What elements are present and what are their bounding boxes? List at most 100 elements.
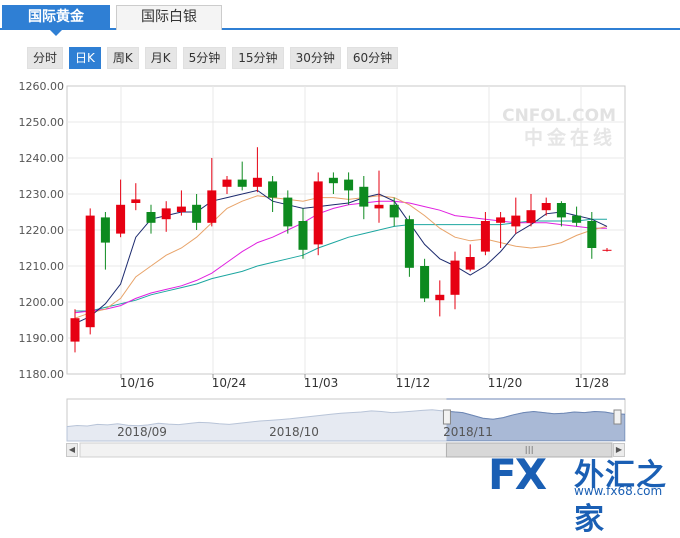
candle: [587, 212, 597, 259]
candlestick-chart[interactable]: CNFOL.COM 中金在线 1180.00 1190.00 1200.00 1210…: [0, 0, 680, 503]
candle: [526, 194, 536, 227]
period-selector: 分时 日K 周K 月K 5分钟 15分钟 30分钟 60分钟: [27, 47, 404, 69]
ma5-line: [74, 189, 608, 325]
candle: [146, 204, 156, 234]
logo-url-text: www.fx68.com: [574, 484, 663, 498]
y-tick-label: 1220.00: [19, 224, 65, 237]
candle: [252, 147, 262, 193]
watermark: CNFOL.COM 中金在线: [502, 106, 616, 149]
candle: [70, 309, 80, 353]
candle: [328, 172, 338, 194]
ma30-line: [75, 218, 607, 312]
candle-body: [526, 210, 536, 223]
candle: [359, 176, 369, 220]
y-tick-label: 1240.00: [19, 152, 65, 165]
candle: [404, 215, 414, 277]
ma20-line: [74, 200, 607, 314]
candle: [85, 208, 95, 335]
watermark-cn: 中金在线: [524, 126, 616, 149]
candle: [222, 176, 232, 194]
candle-body: [602, 249, 612, 251]
y-tick-label: 1250.00: [19, 116, 65, 129]
candle-body: [328, 177, 338, 184]
candle: [572, 206, 582, 227]
x-tick-label: 10/16: [120, 376, 155, 390]
candle-body: [207, 190, 217, 223]
candle: [176, 190, 186, 216]
candle: [268, 176, 278, 212]
navigator-frame: [66, 398, 626, 442]
candle-body: [511, 215, 521, 227]
tab-silver[interactable]: 国际白银: [116, 5, 222, 30]
candle-body: [237, 179, 247, 187]
candle-body: [420, 266, 430, 299]
active-tab-arrow: [50, 30, 62, 36]
y-tick-label: 1190.00: [19, 332, 65, 345]
grid-lines: [67, 86, 625, 374]
logo-fx-text: FX: [488, 450, 547, 499]
candle: [313, 172, 323, 256]
x-tick-label: 11/12: [396, 376, 431, 390]
ma10-line: [74, 195, 608, 319]
candle-body: [374, 204, 384, 209]
candle: [374, 170, 384, 223]
candle-body: [496, 217, 506, 223]
scroll-left-button[interactable]: ◀: [66, 443, 78, 457]
candles: [70, 147, 612, 353]
candle-body: [389, 204, 399, 218]
candle: [450, 251, 460, 310]
period-button-5min[interactable]: 5分钟: [182, 47, 227, 69]
candle-body: [100, 217, 110, 243]
candle-body: [541, 203, 551, 211]
y-tick-label: 1180.00: [19, 368, 65, 381]
candle-body: [404, 219, 414, 268]
candle-body: [283, 197, 293, 227]
candle-body: [70, 318, 80, 342]
candle: [116, 179, 126, 238]
candle: [435, 280, 445, 317]
navigator-area: [66, 409, 626, 442]
navigator-selected-area: [446, 410, 625, 441]
candle-body: [465, 257, 475, 270]
navigator-label: 2018/10: [269, 425, 319, 439]
candle: [602, 248, 612, 252]
x-tick-label: 10/24: [212, 376, 247, 390]
candle: [465, 244, 475, 272]
period-button-weekly[interactable]: 周K: [106, 47, 139, 69]
x-tick-label: 11/20: [488, 376, 523, 390]
y-tick-label: 1200.00: [19, 296, 65, 309]
period-button-daily[interactable]: 日K: [69, 47, 101, 69]
watermark-brand: CNFOL.COM: [502, 106, 616, 126]
candle-body: [572, 215, 582, 223]
period-button-15min[interactable]: 15分钟: [232, 47, 284, 69]
period-button-minute[interactable]: 分时: [27, 47, 64, 69]
candle-body: [131, 199, 141, 203]
candle-body: [222, 179, 232, 187]
candle-body: [252, 177, 262, 187]
candle: [207, 158, 217, 227]
candle: [556, 201, 566, 227]
navigator-handle[interactable]: [613, 409, 622, 425]
period-button-60min[interactable]: 60分钟: [346, 47, 399, 69]
candle-body: [268, 181, 278, 198]
y-tick-label: 1210.00: [19, 260, 65, 273]
candle: [237, 161, 247, 191]
fx68-logo: FX 外汇之家 www.fx68.com: [482, 448, 678, 537]
navigator-handle[interactable]: [442, 409, 451, 425]
candle-body: [176, 206, 186, 212]
candle-body: [587, 221, 597, 248]
candle-body: [359, 186, 369, 207]
candle-body: [146, 212, 156, 223]
tab-gold[interactable]: 国际黄金: [2, 5, 110, 30]
candle: [298, 208, 308, 259]
period-button-monthly[interactable]: 月K: [144, 47, 177, 69]
x-tick-label: 11/03: [304, 376, 339, 390]
candle: [420, 258, 430, 302]
candle: [283, 190, 293, 234]
period-button-30min[interactable]: 30分钟: [289, 47, 341, 69]
navigator-label: 2018/11: [443, 425, 493, 439]
candle-body: [313, 181, 323, 245]
candle-body: [480, 221, 490, 252]
candle: [131, 183, 141, 211]
candle: [344, 172, 354, 205]
